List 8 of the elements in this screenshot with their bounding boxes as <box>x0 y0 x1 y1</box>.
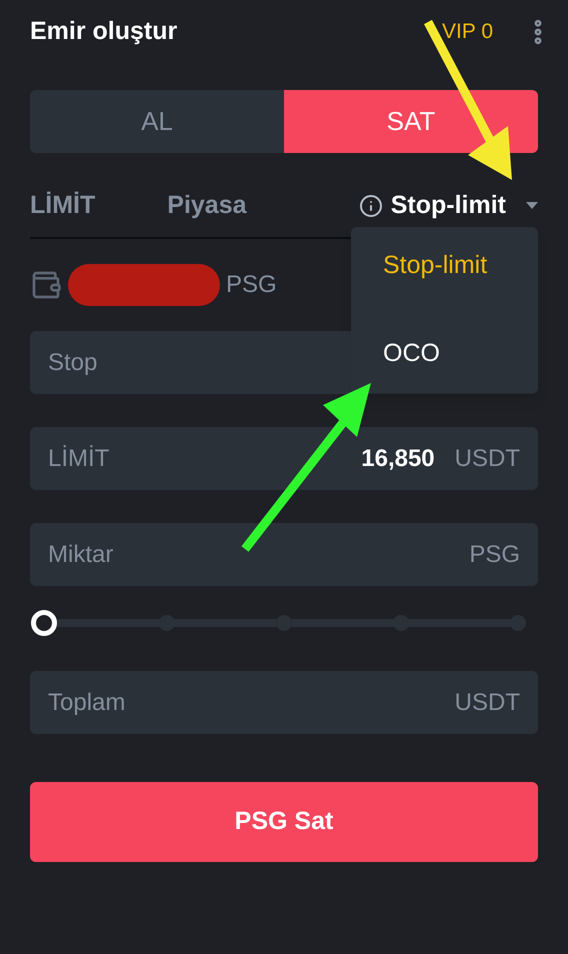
balance-unit: PSG <box>226 270 277 300</box>
unit-label: PSG <box>469 540 520 570</box>
unit-label: USDT <box>454 444 520 474</box>
field-value: 16,850 <box>361 444 435 474</box>
unit-label: USDT <box>454 688 520 718</box>
page-title: Emir oluştur <box>30 16 178 48</box>
vip-level: VIP 0 <box>442 19 493 46</box>
field-label: LİMİT <box>48 444 110 474</box>
